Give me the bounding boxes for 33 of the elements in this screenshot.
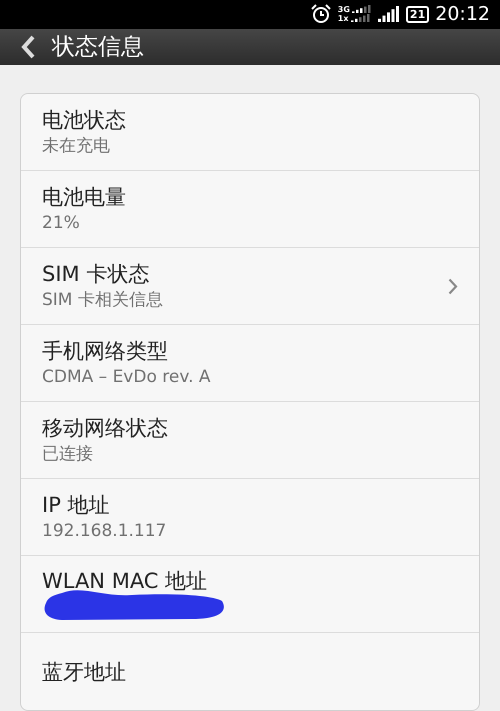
back-icon[interactable] [20, 34, 36, 60]
row-title: WLAN MAC 地址 [42, 568, 208, 595]
row-title: SIM 卡状态 [42, 261, 150, 288]
settings-row[interactable]: 手机网络类型 CDMA – EvDo rev. A [21, 325, 479, 402]
row-value: 未在充电 [42, 135, 111, 158]
settings-row[interactable]: IP 地址 192.168.1.117 [21, 479, 479, 556]
row-value: 21% [42, 212, 81, 235]
settings-row[interactable]: WLAN MAC 地址 [21, 556, 479, 633]
settings-row[interactable]: 电池电量 21% [21, 171, 479, 248]
chevron-right-icon [448, 278, 458, 294]
row-title: 移动网络状态 [42, 415, 169, 442]
row-title: 电池状态 [42, 107, 127, 134]
signal-icon [350, 14, 371, 24]
signal-icon [352, 5, 372, 14]
network-type: 1x [338, 15, 349, 24]
row-value: 已连接 [42, 443, 94, 466]
row-title: 电池电量 [42, 184, 127, 211]
clock-time: 20:12 [435, 2, 490, 27]
row-title: 蓝牙地址 [42, 658, 127, 686]
settings-row[interactable]: 蓝牙地址 [21, 633, 479, 710]
row-title: IP 地址 [42, 492, 111, 519]
battery-indicator: 21 [406, 6, 430, 23]
network-type: 3G [338, 6, 350, 14]
settings-row[interactable]: SIM 卡状态 SIM 卡相关信息 [21, 248, 479, 325]
row-value: SIM 卡相关信息 [42, 289, 164, 312]
row-value: CDMA – EvDo rev. A [42, 366, 212, 389]
signal-strength-icon [378, 6, 400, 22]
page-title: 状态信息 [52, 32, 144, 62]
alarm-clock-icon [310, 4, 332, 24]
settings-row[interactable]: 移动网络状态 已连接 [21, 402, 479, 479]
settings-row[interactable]: 电池状态 未在充电 [21, 94, 479, 171]
row-value: 192.168.1.117 [42, 520, 168, 543]
row-title: 手机网络类型 [42, 338, 169, 365]
